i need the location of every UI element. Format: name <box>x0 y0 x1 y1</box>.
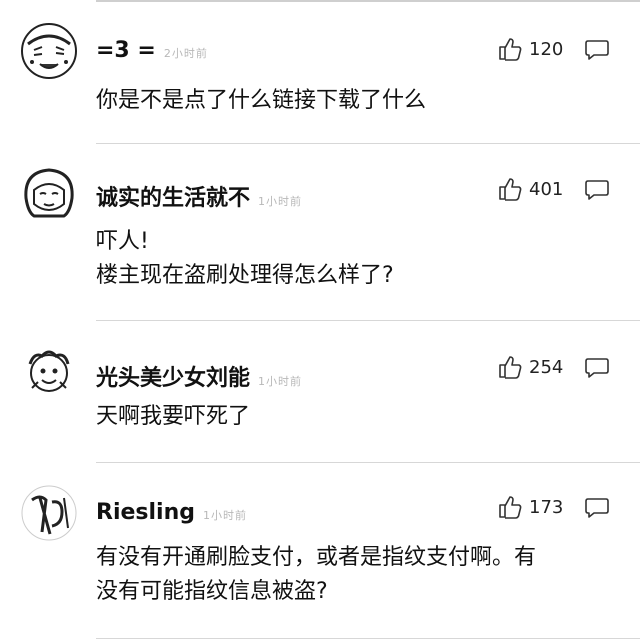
thumbs-up-icon <box>497 494 523 520</box>
like-count: 401 <box>529 178 564 200</box>
comment-bubble-icon <box>584 496 610 520</box>
username[interactable]: 光头美少女刘能 1小时前 <box>96 360 302 392</box>
avatar[interactable] <box>20 22 78 80</box>
reply-button[interactable] <box>584 38 610 62</box>
comment-bubble-icon <box>584 356 610 380</box>
like-button[interactable]: 173 <box>497 494 563 520</box>
username-text[interactable]: 光头美少女刘能 <box>96 366 250 391</box>
comment-bubble-icon <box>584 178 610 202</box>
like-count: 254 <box>529 356 564 378</box>
comment-text: 吓人! 楼主现在盗刷处理得怎么样了? <box>96 225 616 293</box>
comment-text: 你是不是点了什么链接下载了什么 <box>96 84 616 118</box>
avatar[interactable] <box>20 342 78 400</box>
divider <box>96 143 640 144</box>
timestamp: 2小时前 <box>163 47 208 60</box>
comment-line: 楼主现在盗刷处理得怎么样了? <box>96 263 394 288</box>
avatar[interactable] <box>20 484 78 542</box>
username-text[interactable]: Riesling <box>96 500 195 525</box>
divider <box>96 320 640 321</box>
reply-button[interactable] <box>584 178 610 202</box>
comment-text: 有没有开通刷脸支付，或者是指纹支付啊。有 没有可能指纹信息被盗? <box>96 541 616 609</box>
divider <box>96 462 640 463</box>
comment-bubble-icon <box>584 38 610 62</box>
comment-text: 天啊我要吓死了 <box>96 400 616 434</box>
username[interactable]: =3 = 2小时前 <box>96 38 208 63</box>
username-text[interactable]: =3 = <box>96 38 156 63</box>
timestamp: 1小时前 <box>258 195 303 208</box>
avatar[interactable] <box>20 164 78 222</box>
like-count: 173 <box>529 496 564 518</box>
thumbs-up-icon <box>497 176 523 202</box>
thumbs-up-icon <box>497 36 523 62</box>
comment-line: 没有可能指纹信息被盗? <box>96 579 328 604</box>
like-button[interactable]: 401 <box>497 176 563 202</box>
comment-line: 天啊我要吓死了 <box>96 404 251 429</box>
username-text[interactable]: 诚实的生活就不 <box>96 186 250 211</box>
like-button[interactable]: 120 <box>497 36 563 62</box>
username[interactable]: Riesling 1小时前 <box>96 500 247 525</box>
like-count: 120 <box>529 38 564 60</box>
thumbs-up-icon <box>497 354 523 380</box>
comment-line: 有没有开通刷脸支付，或者是指纹支付啊。有 <box>96 545 537 570</box>
timestamp: 1小时前 <box>258 375 303 388</box>
reply-button[interactable] <box>584 496 610 520</box>
comment-line: 吓人! <box>96 229 149 254</box>
top-divider <box>96 0 640 2</box>
timestamp: 1小时前 <box>203 509 247 522</box>
username[interactable]: 诚实的生活就不 1小时前 <box>96 180 302 212</box>
divider <box>96 638 640 639</box>
comment-line: 你是不是点了什么链接下载了什么 <box>96 88 427 113</box>
reply-button[interactable] <box>584 356 610 380</box>
like-button[interactable]: 254 <box>497 354 563 380</box>
